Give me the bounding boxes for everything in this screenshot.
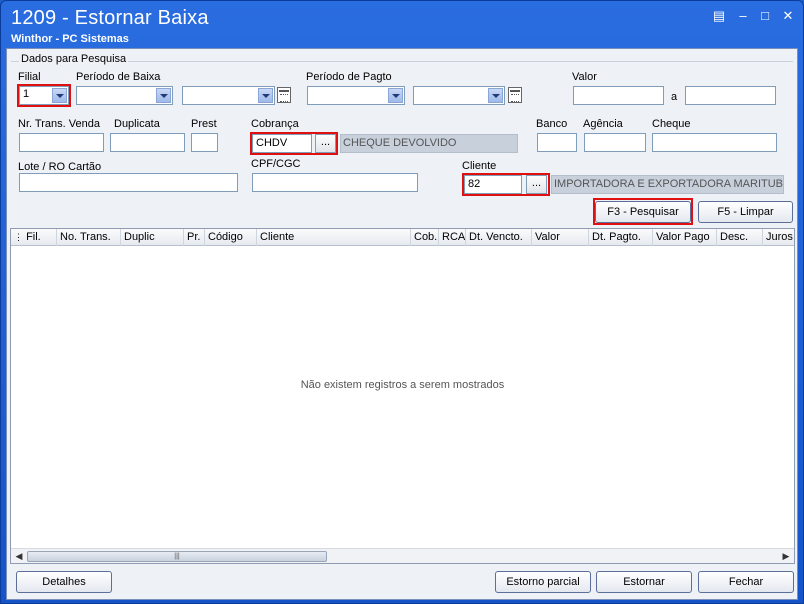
title-bar: 1209 - Estornar Baixa Winthor - PC Siste… xyxy=(1,1,803,47)
cliente-label: Cliente xyxy=(462,160,497,172)
client-area: Dados para Pesquisa Filial 1 Período de … xyxy=(6,48,798,600)
grid-col-cob[interactable]: Cob. xyxy=(411,229,439,246)
grid-col-desc[interactable]: Desc. xyxy=(717,229,763,246)
grid-col-fil[interactable]: ⋮ Fil. xyxy=(11,229,57,246)
lote-label: Lote / RO Cartão xyxy=(18,161,102,173)
cobranca-label: Cobrança xyxy=(251,118,299,130)
grid-col-dt-pagto[interactable]: Dt. Pagto. xyxy=(589,229,653,246)
valor-to-input[interactable] xyxy=(685,86,776,105)
minimize-icon[interactable]: – xyxy=(735,9,751,23)
cliente-lookup-button[interactable]: ... xyxy=(526,175,547,194)
pesquisar-button[interactable]: F3 - Pesquisar xyxy=(595,201,691,223)
horizontal-scrollbar[interactable]: ◀ ||| ▶ xyxy=(11,548,794,563)
valor-from-input[interactable] xyxy=(573,86,664,105)
grid-col-label: Fil. xyxy=(26,231,41,243)
grid-col-juros[interactable]: Juros xyxy=(763,229,794,246)
valor-separator: a xyxy=(671,91,678,103)
window-title: 1209 - Estornar Baixa xyxy=(11,7,209,29)
agencia-input[interactable] xyxy=(584,133,646,152)
chevron-down-icon[interactable] xyxy=(52,88,67,103)
agencia-label: Agência xyxy=(583,118,623,130)
periodo-baixa-label: Período de Baixa xyxy=(76,71,161,83)
edit-icon[interactable]: ▤ xyxy=(711,9,727,23)
results-grid[interactable]: ⋮ Fil. No. Trans. Duplic Pr. Código Clie… xyxy=(10,228,795,564)
app-window: 1209 - Estornar Baixa Winthor - PC Siste… xyxy=(0,0,804,604)
valor-label: Valor xyxy=(572,71,597,83)
grid-col-duplic[interactable]: Duplic xyxy=(121,229,184,246)
scroll-left-icon[interactable]: ◀ xyxy=(12,550,26,563)
cpf-label: CPF/CGC xyxy=(251,158,301,170)
estorno-parcial-button[interactable]: Estorno parcial xyxy=(495,571,591,593)
duplicata-label: Duplicata xyxy=(114,118,160,130)
periodo-pagto-from[interactable] xyxy=(307,86,405,105)
scrollbar-thumb[interactable]: ||| xyxy=(27,551,327,562)
grid-empty-message: Não existem registros a serem mostrados xyxy=(300,379,505,391)
window-subtitle: Winthor - PC Sistemas xyxy=(11,33,129,45)
group-divider xyxy=(11,61,793,62)
cobranca-description: CHEQUE DEVOLVIDO xyxy=(340,134,518,153)
filial-select[interactable]: 1 xyxy=(19,86,69,105)
grid-header: ⋮ Fil. No. Trans. Duplic Pr. Código Clie… xyxy=(11,229,794,246)
chevron-down-icon[interactable] xyxy=(156,88,171,103)
banco-input[interactable] xyxy=(537,133,577,152)
grid-col-codigo[interactable]: Código xyxy=(205,229,257,246)
detalhes-button[interactable]: Detalhes xyxy=(16,571,112,593)
duplicata-input[interactable] xyxy=(110,133,185,152)
periodo-baixa-to[interactable] xyxy=(182,86,275,105)
nr-trans-venda-input[interactable] xyxy=(19,133,104,152)
cpf-input[interactable] xyxy=(252,173,418,192)
grid-col-valor[interactable]: Valor xyxy=(532,229,589,246)
grid-col-pr[interactable]: Pr. xyxy=(184,229,205,246)
estornar-button[interactable]: Estornar xyxy=(596,571,692,593)
cobranca-lookup-button[interactable]: ... xyxy=(315,134,336,153)
periodo-baixa-from[interactable] xyxy=(76,86,173,105)
nr-trans-venda-label: Nr. Trans. Venda xyxy=(18,118,100,130)
chevron-down-icon[interactable] xyxy=(488,88,503,103)
grid-col-cliente[interactable]: Cliente xyxy=(257,229,411,246)
cheque-input[interactable] xyxy=(652,133,777,152)
cliente-description: IMPORTADORA E EXPORTADORA MARITUBA LT xyxy=(551,175,784,194)
close-icon[interactable]: ✕ xyxy=(780,9,796,23)
periodo-pagto-label: Período de Pagto xyxy=(306,71,392,83)
calendar-icon[interactable] xyxy=(277,87,291,103)
chevron-down-icon[interactable] xyxy=(258,88,273,103)
prest-input[interactable] xyxy=(191,133,218,152)
periodo-pagto-to[interactable] xyxy=(413,86,505,105)
maximize-icon[interactable]: □ xyxy=(757,9,773,23)
column-menu-icon[interactable]: ⋮ xyxy=(14,232,23,242)
limpar-button[interactable]: F5 - Limpar xyxy=(698,201,793,223)
cheque-label: Cheque xyxy=(652,118,691,130)
scroll-right-icon[interactable]: ▶ xyxy=(779,550,793,563)
grid-col-rca[interactable]: RCA xyxy=(439,229,466,246)
cliente-code-input[interactable]: 82 xyxy=(464,175,522,194)
grid-col-dt-vencto[interactable]: Dt. Vencto. xyxy=(466,229,532,246)
chevron-down-icon[interactable] xyxy=(388,88,403,103)
filial-label: Filial xyxy=(18,71,41,83)
grid-col-no-trans[interactable]: No. Trans. xyxy=(57,229,121,246)
calendar-icon[interactable] xyxy=(508,87,522,103)
fechar-button[interactable]: Fechar xyxy=(698,571,794,593)
cobranca-code-input[interactable]: CHDV xyxy=(252,134,312,153)
filial-value: 1 xyxy=(23,88,30,100)
banco-label: Banco xyxy=(536,118,568,130)
lote-input[interactable] xyxy=(19,173,238,192)
grid-col-valor-pago[interactable]: Valor Pago xyxy=(653,229,717,246)
group-title: Dados para Pesquisa xyxy=(19,53,129,65)
prest-label: Prest xyxy=(191,118,217,130)
